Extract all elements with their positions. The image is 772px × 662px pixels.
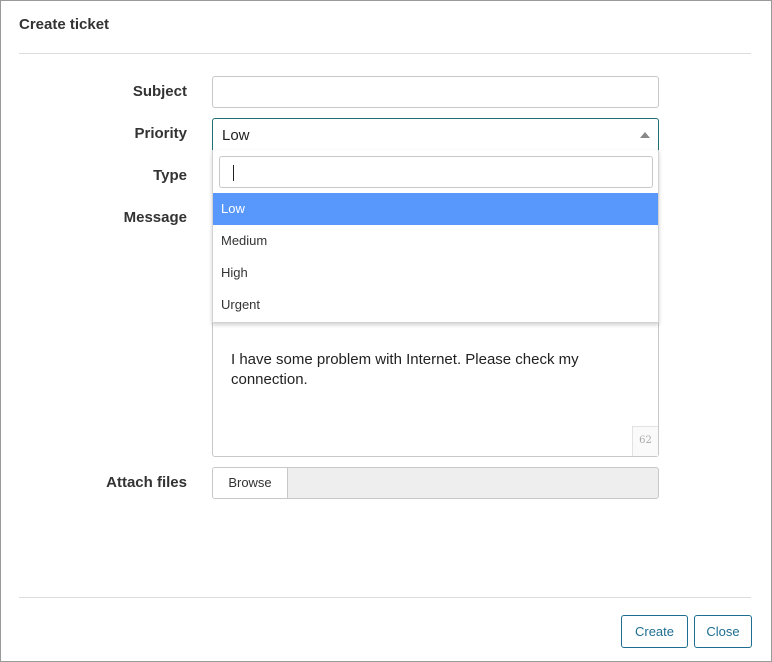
subject-input[interactable] [212,76,659,108]
text-caret [233,165,234,181]
footer-divider [19,597,751,598]
message-text: I have some problem with Internet. Pleas… [231,351,579,388]
arrow-up-icon [640,132,650,138]
close-button[interactable]: Close [694,615,752,648]
priority-dropdown: Low Medium High Urgent [212,150,659,323]
create-button[interactable]: Create [621,615,688,648]
priority-label: Priority [134,125,187,142]
create-ticket-modal: Create ticket Subject Priority Low Type … [0,0,772,662]
message-textarea[interactable]: I have some problem with Internet. Pleas… [212,301,659,457]
char-counter: 62 [632,426,658,456]
priority-option-low[interactable]: Low [213,193,658,225]
priority-selected-value: Low [222,127,250,144]
type-label: Type [153,167,187,184]
message-label: Message [123,209,187,226]
attach-files-label: Attach files [106,474,187,491]
priority-option-high[interactable]: High [213,257,658,289]
priority-option-urgent[interactable]: Urgent [213,289,658,321]
file-input[interactable]: Browse [212,467,659,499]
modal-title: Create ticket [19,16,110,33]
priority-search-input[interactable] [219,156,653,188]
header-divider [19,53,751,54]
priority-option-medium[interactable]: Medium [213,225,658,257]
priority-select[interactable]: Low [212,118,659,151]
subject-label: Subject [132,83,187,100]
browse-button[interactable]: Browse [213,468,288,498]
